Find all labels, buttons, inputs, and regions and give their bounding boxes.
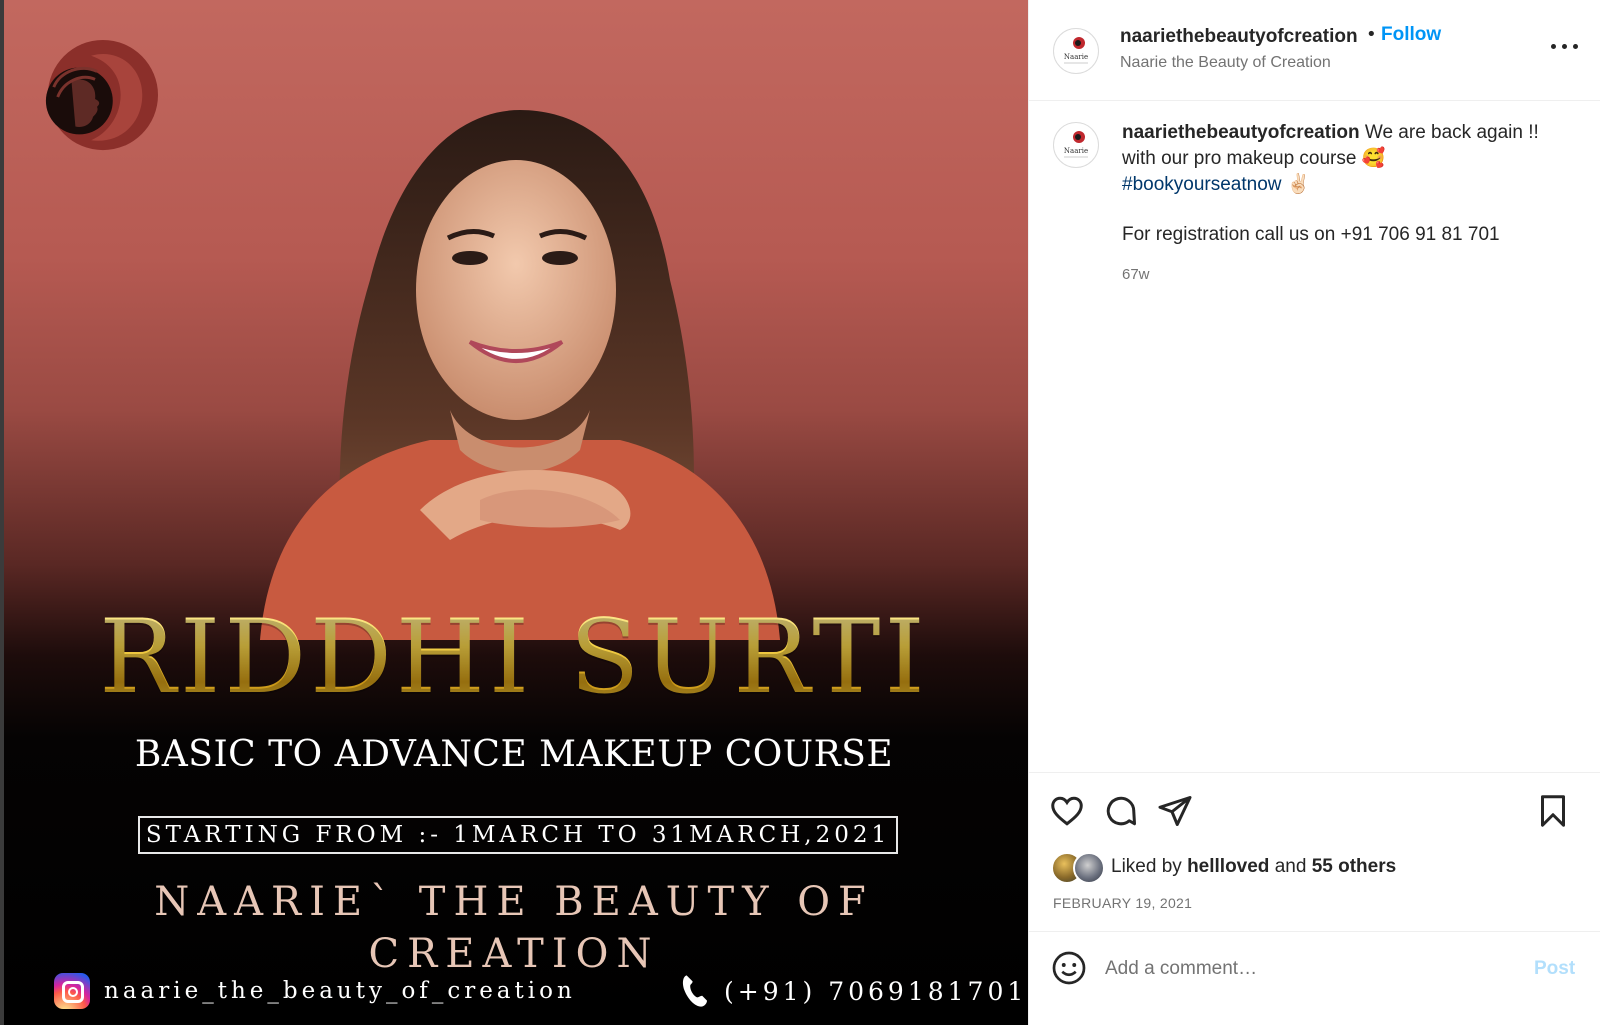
likes-summary[interactable]: Liked by hellloved and 55 others	[1051, 851, 1396, 884]
post-image[interactable]: RIDDHI SURTI BASIC TO ADVANCE MAKEUP COU…	[0, 0, 1028, 1025]
profile-avatar[interactable]: Naarie	[1053, 28, 1099, 74]
profile-username[interactable]: naariethebeautyofcreation	[1120, 26, 1358, 48]
caption-text-1: We are back again !!	[1364, 122, 1539, 143]
follow-button[interactable]: Follow	[1381, 24, 1441, 46]
post-caption: naariethebeautyofcreation We are back ag…	[1122, 120, 1562, 248]
post-actions: Liked by hellloved and 55 others FEBRUAR…	[1029, 772, 1600, 1026]
avatar-text: Naarie	[1064, 53, 1088, 61]
liked-by-label: Liked by	[1111, 856, 1182, 877]
post-date[interactable]: FEBRUARY 19, 2021	[1053, 895, 1192, 911]
post-side-panel: Naarie naariethebeautyofcreation • Follo…	[1028, 0, 1600, 1025]
hashtag-link[interactable]: #bookyourseatnow	[1122, 174, 1282, 195]
caption-age[interactable]: 67w	[1122, 266, 1150, 283]
post-comment-button[interactable]: Post	[1534, 958, 1575, 980]
post-header: Naarie naariethebeautyofcreation • Follo…	[1029, 0, 1600, 101]
bookmark-icon[interactable]	[1535, 793, 1571, 829]
comment-bar: Post	[1029, 931, 1600, 1027]
phone-row: (+91) 7069181701	[680, 971, 1027, 1011]
course-dates: STARTING FROM :- 1MARCH TO 31MARCH,2021	[138, 816, 898, 854]
heart-icon[interactable]	[1049, 793, 1085, 829]
instagram-handle: naarie_the_beauty_of_creation	[104, 978, 576, 1004]
liked-and-label: and	[1274, 856, 1307, 877]
liker-avatars	[1051, 852, 1105, 884]
emoji-icon[interactable]	[1051, 950, 1087, 986]
phone-icon	[682, 975, 707, 1007]
profile-subtitle: Naarie the Beauty of Creation	[1120, 54, 1331, 71]
caption-text-3: For registration call us on +91 706 91 8…	[1122, 224, 1500, 245]
avatar-text: Naarie	[1064, 147, 1088, 155]
liked-others-link[interactable]: 55 others	[1312, 856, 1396, 878]
comment-input[interactable]	[1105, 952, 1505, 986]
separator-dot: •	[1366, 24, 1377, 45]
course-title: BASIC TO ADVANCE MAKEUP COURSE	[134, 734, 894, 775]
share-icon[interactable]	[1157, 793, 1193, 829]
instagram-post-modal: RIDDHI SURTI BASIC TO ADVANCE MAKEUP COU…	[0, 0, 1600, 1025]
caption-avatar[interactable]: Naarie	[1053, 122, 1099, 168]
phone-number: (+91) 7069181701	[724, 976, 1028, 1006]
more-horizontal-icon[interactable]	[1551, 36, 1581, 56]
woman-silhouette-logo	[40, 38, 158, 156]
caption-username[interactable]: naariethebeautyofcreation	[1122, 122, 1360, 143]
comment-icon[interactable]	[1103, 793, 1139, 829]
image-left-edge	[0, 0, 4, 1025]
headline-name: RIDDHI SURTI	[0, 598, 1028, 718]
liked-user-link[interactable]: hellloved	[1187, 856, 1269, 878]
instagram-icon	[54, 973, 90, 1009]
liker-avatar	[1073, 852, 1105, 884]
brand-title: NAARIE` THE BEAUTY OF CREATION	[154, 879, 874, 977]
hashtag-emoji: ✌🏻	[1286, 174, 1311, 195]
instagram-handle-row: naarie_the_beauty_of_creation	[54, 971, 576, 1011]
caption-text-2: with our pro makeup course 🥰	[1122, 148, 1386, 169]
model-photo	[200, 80, 820, 640]
